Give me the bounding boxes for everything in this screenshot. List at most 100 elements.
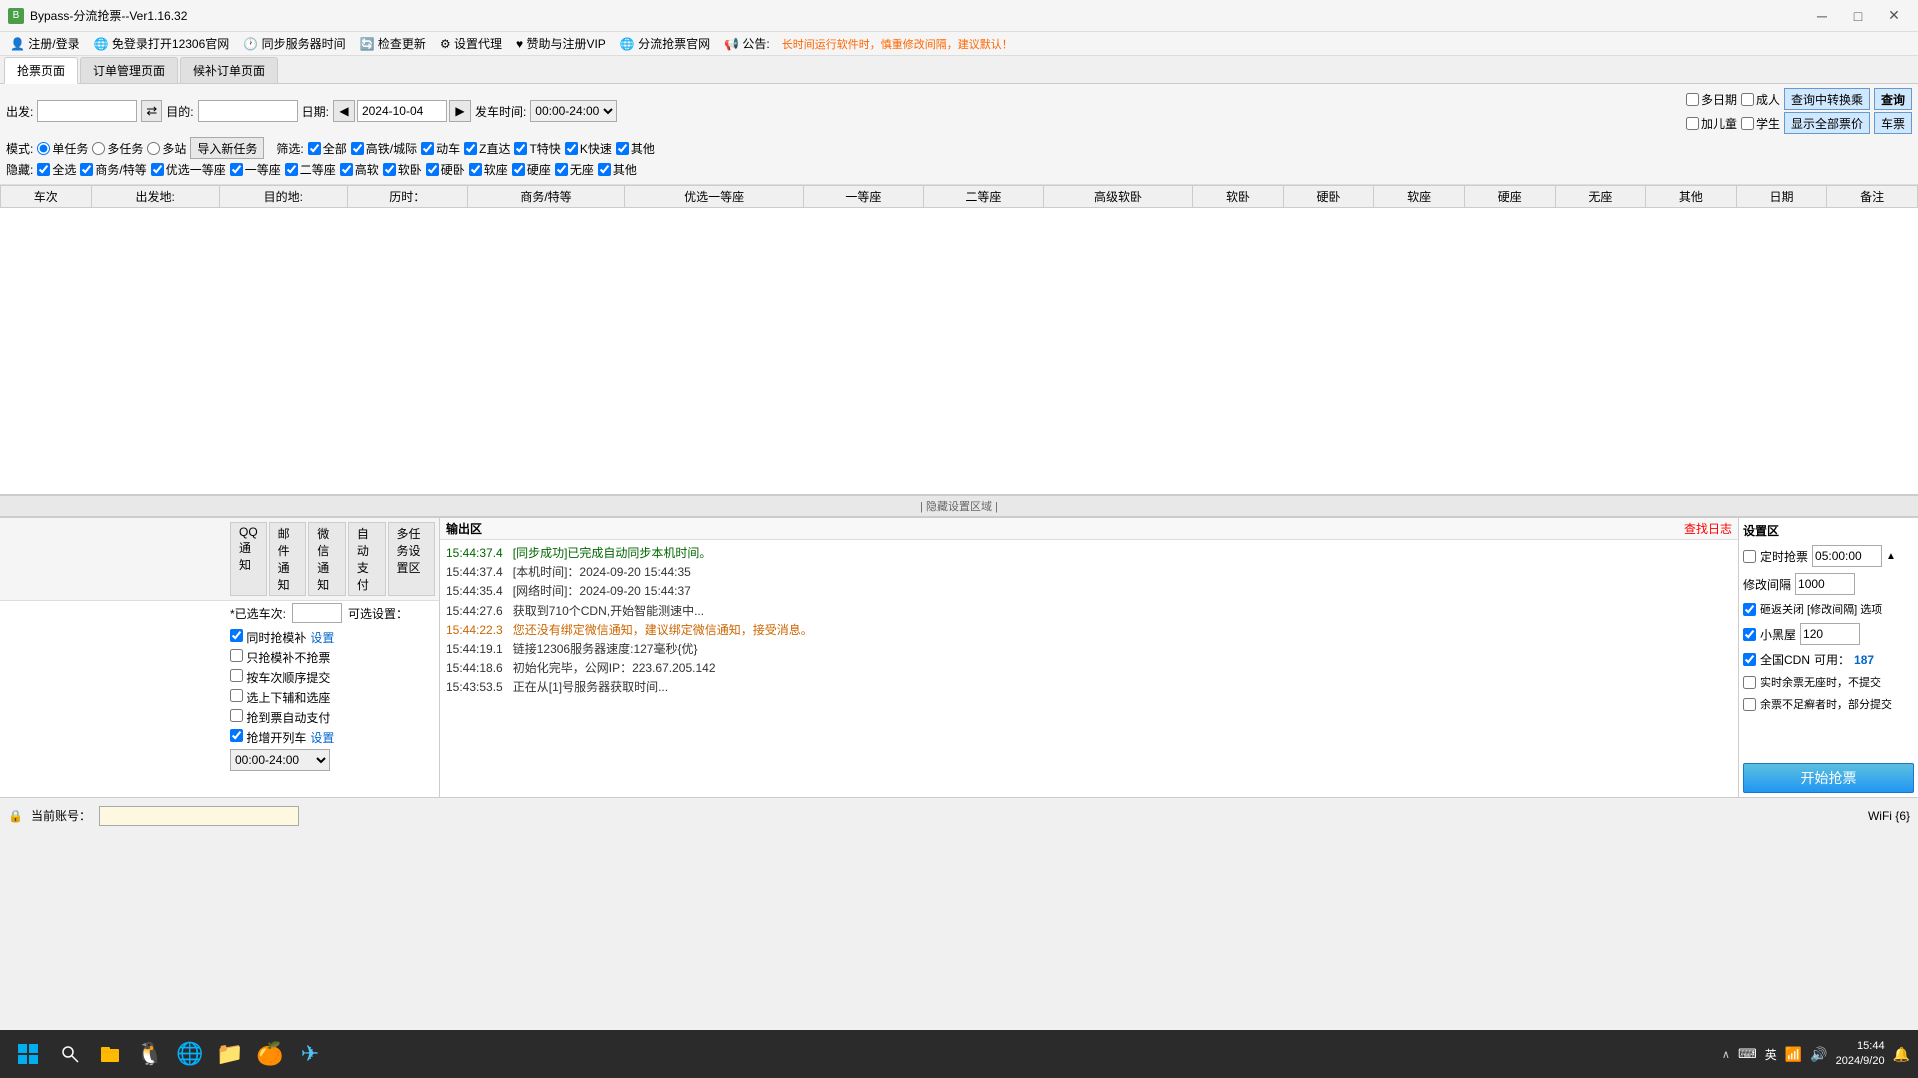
hide-first[interactable]: 一等座 [230,161,281,178]
avail-settings-label: 可选设置： [348,605,408,622]
filter-highspeed[interactable]: 高铁/城际 [351,140,417,157]
hide-premier[interactable]: 优选一等座 [151,161,226,178]
tab-wechat[interactable]: 微信通知 [308,522,346,596]
menu-open12306[interactable]: 🌐 免登录打开12306官网 [88,33,236,54]
hide-softseat[interactable]: 软座 [469,161,508,178]
order-submit-cb [230,669,243,682]
hide-softsleeper[interactable]: 软卧 [383,161,422,178]
hide-second[interactable]: 二等座 [285,161,336,178]
query-btn[interactable]: 查询 [1874,88,1912,110]
right-title: 设置区 [1743,522,1914,539]
no-seat-cb[interactable] [1743,676,1756,689]
close-on-fail-cb[interactable] [1743,603,1756,616]
interval-input[interactable] [1795,573,1855,595]
tab-multitask[interactable]: 多任务设置区 [388,522,435,596]
concurrent-setting-link[interactable]: 设置 [310,629,334,646]
tray-keyboard[interactable]: ⌨ [1738,1046,1757,1062]
menu-proxy[interactable]: ⚙ 设置代理 [434,33,508,54]
menu-vip[interactable]: ♥ 赞助与注册VIP [510,33,612,54]
time-range-select[interactable]: 00:00-24:00 [230,749,330,771]
child-cb[interactable]: 加儿童 [1686,115,1737,132]
cdn-cb[interactable] [1743,653,1756,666]
filter-other[interactable]: 其他 [616,140,655,157]
minimize-button[interactable]: ─ [1806,5,1838,27]
close-button[interactable]: ✕ [1878,5,1910,27]
maximize-button[interactable]: □ [1842,5,1874,27]
multi-task-radio[interactable]: 多任务 [92,140,143,157]
taskbar-penguin[interactable]: 🐧 [132,1036,168,1072]
filter-all[interactable]: 全部 [308,140,347,157]
extra-train-setting-link[interactable]: 设置 [310,729,334,746]
filter-emu[interactable]: 动车 [421,140,460,157]
blacklist-cb[interactable] [1743,628,1756,641]
taskbar: 🐧 🌐 📁 🍊 ✈ ∧ ⌨ 英 📶 🔊 15:44 2024/9/20 🔔 [0,1030,1918,1078]
tab-ticket[interactable]: 抢票页面 [4,57,78,84]
tray-volume[interactable]: 🔊 [1810,1046,1827,1063]
multi-day-cb[interactable]: 多日期 [1686,91,1737,108]
account-input[interactable] [99,806,299,826]
timed-ticket-cb[interactable] [1743,550,1756,563]
date-prev-btn[interactable]: ◀ [333,100,355,122]
tab-orders[interactable]: 订单管理页面 [80,57,178,83]
ticket-btn[interactable]: 车票 [1874,112,1912,134]
tray-expand[interactable]: ∧ [1722,1048,1730,1061]
student-cb[interactable]: 学生 [1741,115,1780,132]
query-transfer-btn[interactable]: 查询中转换乘 [1784,88,1870,110]
timed-ticket-input[interactable] [1812,545,1882,567]
date-input[interactable] [357,100,447,122]
date-next-btn[interactable]: ▶ [449,100,471,122]
taskbar-orange[interactable]: 🍊 [252,1036,288,1072]
hide-highsoft[interactable]: 高软 [340,161,379,178]
hide-business[interactable]: 商务/特等 [80,161,146,178]
tab-qq[interactable]: QQ通知 [230,522,267,596]
tab-autopay[interactable]: 自动支付 [348,522,386,596]
multi-station-radio[interactable]: 多站 [147,140,186,157]
taskbar-plane[interactable]: ✈ [292,1036,328,1072]
hide-all[interactable]: 全选 [37,161,76,178]
hide-noseat[interactable]: 无座 [555,161,594,178]
adult-cb[interactable]: 成人 [1741,91,1780,108]
tray-notification[interactable]: 🔔 [1893,1046,1910,1063]
hide-other[interactable]: 其他 [598,161,637,178]
taskbar-filemanager[interactable] [92,1036,128,1072]
to-input[interactable] [198,100,298,122]
train-count-input[interactable] [292,603,342,623]
col-noseat: 无座 [1555,186,1646,208]
blacklist-input[interactable] [1800,623,1860,645]
taskbar-search[interactable] [52,1036,88,1072]
menu-check-update[interactable]: 🔄 检查更新 [354,33,432,54]
start-menu-btn[interactable] [8,1034,48,1074]
taskbar-folder[interactable]: 📁 [212,1036,248,1072]
taskbar-browser[interactable]: 🌐 [172,1036,208,1072]
find-log-btn[interactable]: 查找日志 [1684,520,1732,537]
tab-email[interactable]: 邮件通知 [269,522,307,596]
log-item: 15:44:22.3 您还没有绑定微信通知，建议绑定微信通知，接受消息。 [446,621,1732,640]
hide-label: 隐藏: [6,161,33,178]
hide-hardseat[interactable]: 硬座 [512,161,551,178]
filter-tfast[interactable]: T特快 [514,140,560,157]
tab-standby[interactable]: 候补订单页面 [180,57,278,83]
filter-kfast[interactable]: K快速 [565,140,612,157]
spin-up[interactable]: ▲ [1886,551,1896,562]
menu-register[interactable]: 👤 注册/登录 [4,33,86,54]
tray-lang[interactable]: 英 [1765,1046,1777,1063]
start-ticket-btn[interactable]: 开始抢票 [1743,763,1914,793]
tray-wifi[interactable]: 📶 [1785,1046,1802,1063]
filter-zdirect[interactable]: Z直达 [464,140,510,157]
single-task-radio[interactable]: 单任务 [37,140,88,157]
from-input[interactable] [37,100,137,122]
insufficient-cb[interactable] [1743,698,1756,711]
menu-sync-time[interactable]: 🕐 同步服务器时间 [237,33,351,54]
swap-btn[interactable]: ⇄ [141,100,162,122]
col-from: 出发地: [91,186,219,208]
log-item: 15:44:37.4 [本机时间]：2024-09-20 15:44:35 [446,563,1732,582]
time-select[interactable]: 00:00-24:00 [530,100,617,122]
import-task-btn[interactable]: 导入新任务 [190,137,264,159]
setting-extra-train: 抢增开列车 设置 [230,729,435,746]
divider-bar[interactable]: | 隐藏设置区域 | [0,495,1918,517]
menu-announcement: 📢 公告: [718,33,776,54]
show-price-btn[interactable]: 显示全部票价 [1784,112,1870,134]
clock[interactable]: 15:44 2024/9/20 [1836,1039,1885,1070]
menu-official[interactable]: 🌐 分流抢票官网 [614,33,716,54]
hide-hardsleeper[interactable]: 硬卧 [426,161,465,178]
